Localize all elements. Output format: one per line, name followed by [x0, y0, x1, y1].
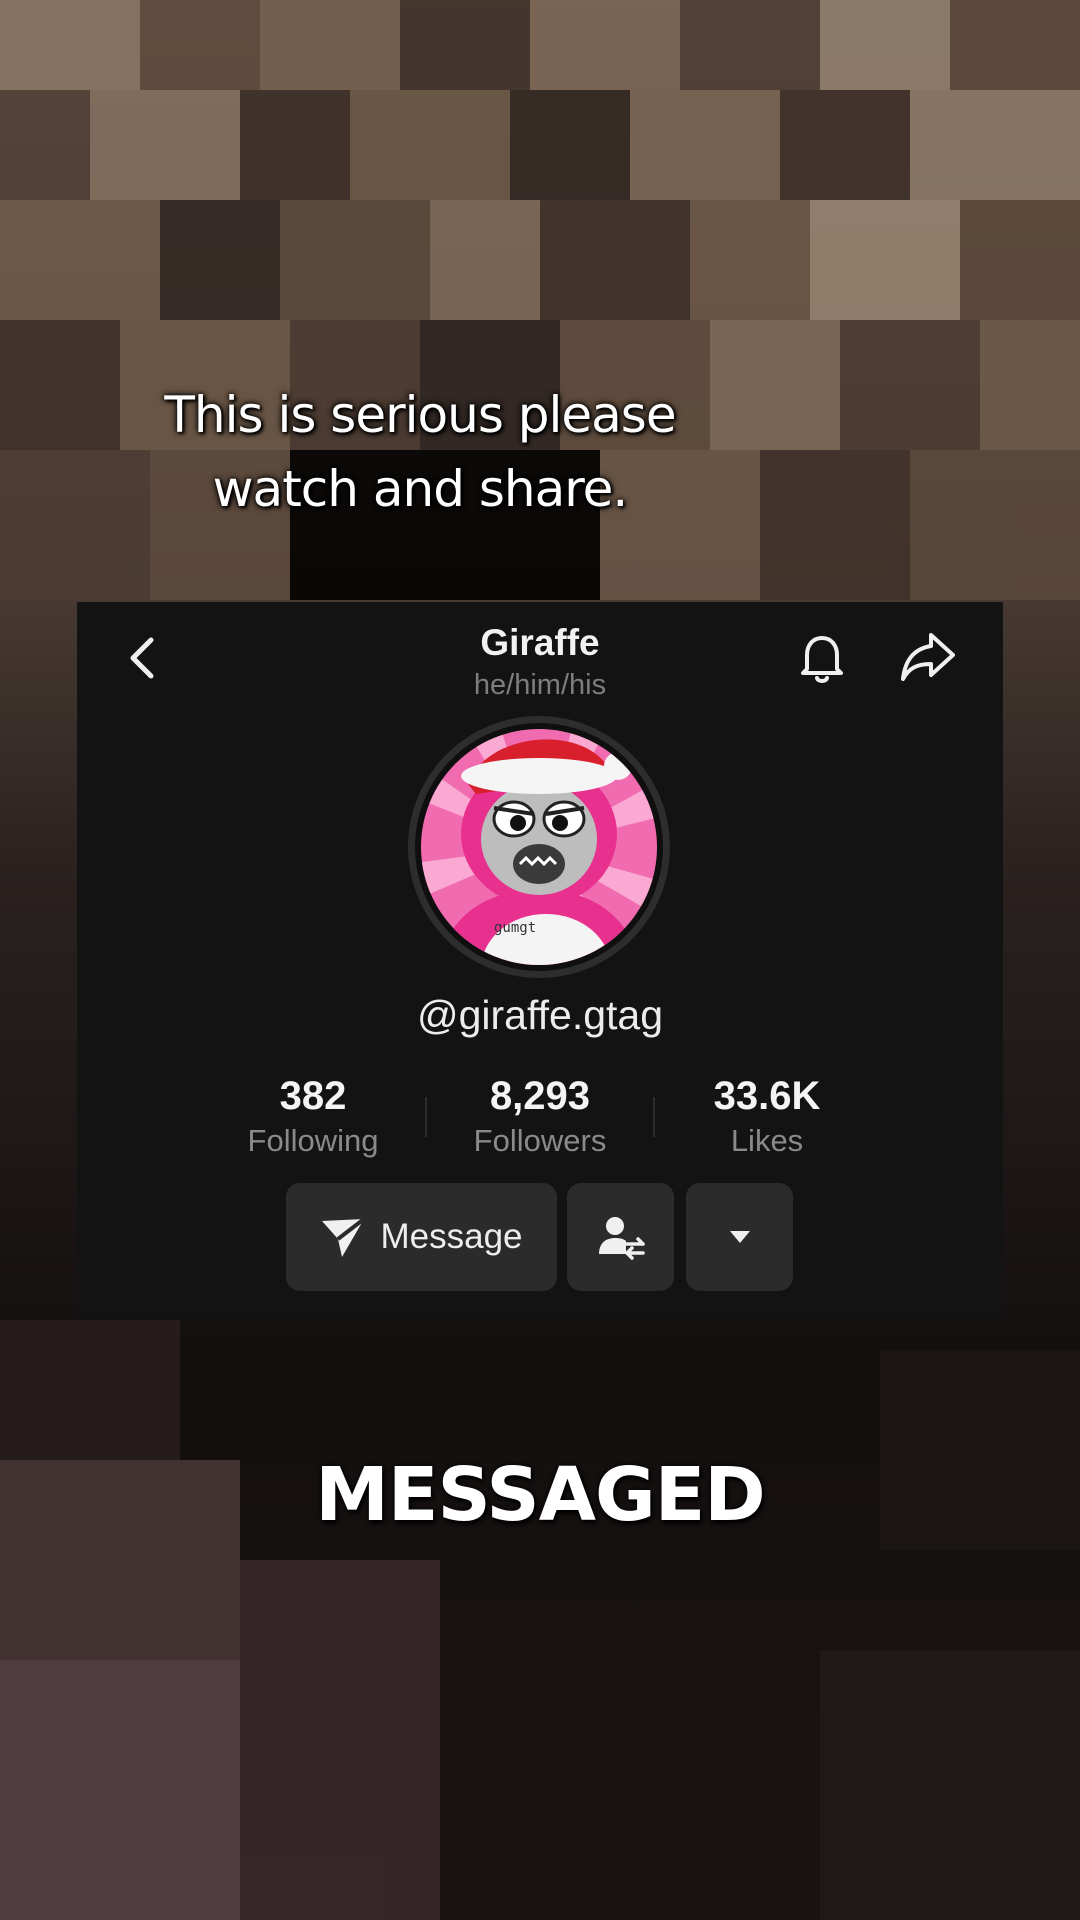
stat-followers[interactable]: 8,293 Followers — [430, 1072, 650, 1162]
stat-following-value: 382 — [279, 1074, 347, 1118]
stat-divider — [425, 1097, 427, 1137]
overlay-text: MESSAGED — [315, 1452, 765, 1538]
profile-avatar[interactable]: gumgt — [406, 714, 672, 980]
video-caption: This is serious please watch and share. — [90, 378, 750, 526]
avatar-image: gumgt — [408, 716, 670, 978]
profile-pronouns: he/him/his — [473, 669, 607, 701]
stat-likes[interactable]: 33.6K Likes — [657, 1072, 877, 1162]
stat-followers-label: Followers — [473, 1123, 607, 1158]
friends-button[interactable] — [567, 1183, 674, 1291]
message-button-label: Message — [380, 1217, 523, 1256]
caption-line-2: watch and share. — [212, 460, 629, 518]
profile-card: Giraffe he/him/his gumgt @giraffe.gtag 3… — [77, 602, 1003, 1318]
caption-line-1: This is serious please — [164, 386, 676, 444]
message-button[interactable]: Message — [286, 1183, 557, 1291]
send-icon — [322, 1217, 366, 1257]
user-swap-icon — [598, 1217, 645, 1260]
avatar-text: gumgt — [494, 920, 536, 936]
bell-icon — [801, 636, 843, 683]
stat-following[interactable]: 382 Following — [203, 1072, 423, 1162]
more-options-button[interactable] — [686, 1183, 793, 1291]
stat-followers-value: 8,293 — [489, 1074, 591, 1118]
stat-likes-value: 33.6K — [713, 1074, 821, 1118]
stat-divider — [653, 1097, 655, 1137]
profile-handle: @giraffe.gtag — [416, 992, 664, 1038]
stat-following-label: Following — [247, 1123, 379, 1158]
share-button[interactable] — [897, 627, 959, 687]
profile-name: Giraffe — [480, 622, 600, 663]
stat-likes-label: Likes — [730, 1123, 804, 1158]
notifications-button[interactable] — [792, 627, 852, 687]
caret-down-icon — [729, 1231, 750, 1243]
share-arrow-icon — [901, 633, 955, 681]
